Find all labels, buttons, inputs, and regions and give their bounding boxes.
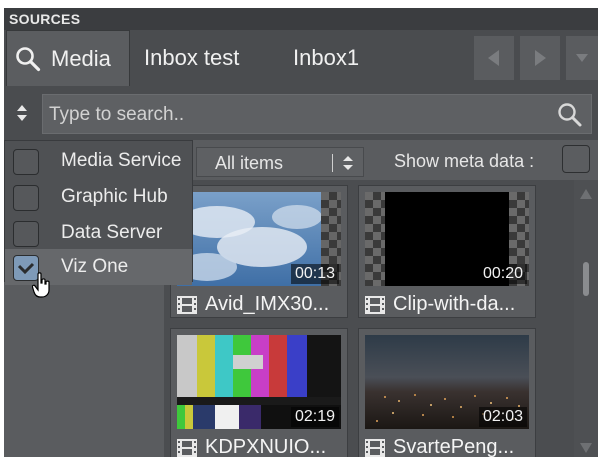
tab-scroll-left-button[interactable] [474,36,514,80]
media-thumbnail: 00:13 [177,192,341,286]
tab-scroll-right-button[interactable] [520,36,560,80]
duration-badge: 02:03 [478,407,527,427]
arrow-right-icon [535,50,546,66]
duration-badge: 00:20 [478,264,527,284]
tab-inbox1-label: Inbox1 [293,45,360,70]
source-label: Data Server [61,222,163,243]
source-label: Viz One [61,256,129,277]
media-thumbnail: 02:03 [365,335,529,429]
media-item-card[interactable]: 00:13 Avid_IMX30... [170,185,348,318]
search-icon [16,47,41,72]
media-item-card[interactable]: 02:19 KDPXNUIO... [170,328,348,457]
show-meta-data-label: Show meta data : [394,151,535,171]
source-checkbox[interactable] [13,185,39,211]
source-option-data-server[interactable]: Data Server [5,215,192,251]
film-icon [177,296,197,314]
search-row [4,86,598,140]
panel-title: SOURCES [4,8,598,30]
duration-badge: 02:19 [290,407,339,427]
film-icon [365,296,385,314]
arrow-up-icon[interactable] [579,188,593,200]
filter-toolbar: All items Show meta data : [166,140,598,180]
hand-pointer-icon [32,272,50,298]
tab-media-label: Media [51,46,111,71]
chevron-down-icon [576,54,588,62]
source-option-graphic-hub[interactable]: Graphic Hub [5,179,192,215]
tab-media[interactable]: Media [6,30,130,86]
show-meta-data-checkbox[interactable] [562,145,590,173]
tab-menu-button[interactable] [566,36,598,80]
film-icon [365,439,385,457]
tab-inbox-test-label: Inbox test [144,45,240,70]
duration-badge: 00:13 [290,264,339,284]
media-item-card[interactable]: 00:20 Clip-with-da... [358,185,536,318]
select-divider [332,154,333,172]
source-option-media-service[interactable]: Media Service [5,143,192,179]
item-filter-select[interactable]: All items [196,147,364,177]
arrow-left-icon [488,50,499,66]
source-label: Media Service [61,150,182,171]
media-thumbnail: 00:20 [365,192,529,286]
search-box [42,94,592,135]
media-item-card[interactable]: 02:03 SvartePeng... [358,328,536,457]
film-icon [177,439,197,457]
tab-bar: Media Inbox test Inbox1 [4,30,598,87]
sources-panel: SOURCES Media Inbox test Inbox1 Type to … [4,8,598,457]
search-input[interactable] [47,95,551,135]
arrow-down-icon[interactable] [579,442,593,454]
source-label: Graphic Hub [61,186,168,207]
scrollbar-thumb[interactable] [583,262,589,296]
media-thumbnail: 02:19 [177,335,341,429]
source-checkbox[interactable] [13,221,39,247]
tab-inbox-test[interactable]: Inbox test [144,30,239,86]
media-grid: 00:13 Avid_IMX30... 00:20 Clip-with-da..… [164,180,574,457]
sort-arrows-icon [17,105,27,121]
sort-arrows-icon [343,156,353,170]
item-filter-value: All items [215,153,284,173]
search-icon[interactable] [557,102,583,128]
tab-inbox1[interactable]: Inbox1 [293,30,359,86]
source-checkbox[interactable] [13,149,39,175]
vertical-scrollbar[interactable] [574,180,598,457]
source-selector-button[interactable] [10,98,34,128]
sources-dropdown: Media Service Graphic Hub Data Server Vi… [4,140,193,285]
